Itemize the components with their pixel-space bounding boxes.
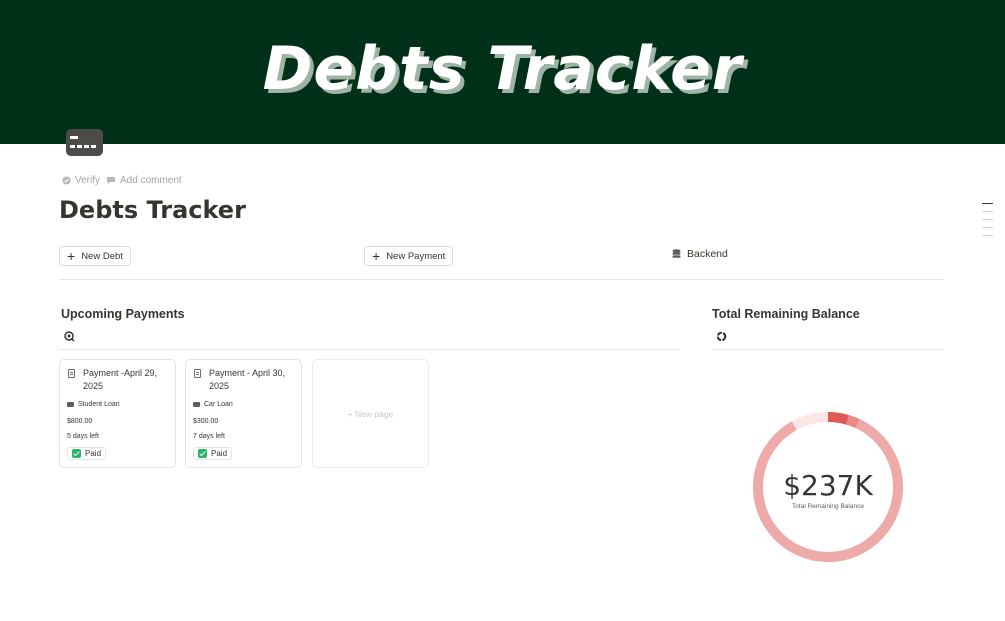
payment-card[interactable]: Payment - April 30, 2025 Car Loan $300.0… [185, 359, 302, 468]
toc-item[interactable] [982, 219, 993, 220]
toc-item[interactable] [982, 203, 993, 204]
balance-donut-chart: $237K Total Remaining Balance [748, 409, 908, 566]
new-payment-label: New Payment [386, 250, 446, 262]
balance-divider [712, 349, 944, 350]
verify-label: Verify [75, 175, 101, 186]
paid-status[interactable]: Paid [193, 447, 233, 460]
credit-card-icon [193, 402, 200, 407]
plus-icon: + [67, 248, 76, 264]
document-icon [194, 369, 201, 378]
new-page-card[interactable]: + New page [312, 359, 429, 468]
verify-button[interactable]: Verify [62, 175, 100, 186]
donut-slice[interactable] [791, 412, 829, 431]
new-debt-label: New Debt [81, 250, 123, 262]
checkbox-icon [72, 449, 81, 458]
card-debt-label: Student Loan [78, 401, 120, 408]
credit-card-icon [67, 402, 74, 407]
document-icon [68, 369, 75, 378]
backend-link[interactable]: Backend [672, 248, 728, 260]
database-icon [672, 248, 681, 258]
card-title: Payment -April 29, 2025 [83, 368, 158, 391]
paid-label: Paid [85, 449, 102, 458]
credit-card-icon[interactable] [66, 129, 103, 156]
card-title: Payment - April 30, 2025 [209, 368, 286, 391]
card-debt-label: Car Loan [204, 401, 233, 408]
toc-item[interactable] [982, 211, 993, 212]
new-payment-button[interactable]: + New Payment [364, 246, 454, 266]
paid-label: Paid [211, 449, 228, 458]
toc-item[interactable] [982, 227, 993, 228]
plus-icon: + [372, 248, 381, 264]
card-days-left: 7 days left [193, 433, 225, 440]
card-amount: $300.00 [193, 418, 219, 425]
upcoming-divider [59, 349, 680, 350]
backend-label: Backend [687, 248, 728, 260]
card-days-left: 5 days left [67, 433, 99, 440]
gallery-view-icon[interactable] [64, 331, 75, 342]
donut-center-value: $237K [783, 469, 873, 502]
donut-center-label: Total Remaining Balance [792, 503, 864, 510]
checkbox-icon [198, 449, 207, 458]
new-debt-button[interactable]: + New Debt [59, 246, 131, 266]
card-debt[interactable]: Car Loan [193, 401, 233, 408]
add-comment-label: Add comment [120, 175, 182, 186]
donut-chart-icon[interactable] [716, 331, 727, 342]
card-debt[interactable]: Student Loan [67, 401, 120, 408]
cover-title: Debts Tracker [262, 34, 743, 104]
verified-icon [62, 176, 71, 185]
comment-icon [107, 177, 115, 184]
cover-banner: Debts Tracker [0, 0, 1005, 144]
card-amount: $800.00 [67, 418, 93, 425]
donut-slice[interactable] [846, 414, 860, 429]
header-divider [59, 279, 944, 280]
toc-item[interactable] [982, 235, 993, 236]
add-comment-button[interactable]: Add comment [106, 175, 182, 186]
paid-status[interactable]: Paid [67, 447, 107, 460]
page-title: Debts Tracker [59, 196, 246, 224]
upcoming-payments-heading: Upcoming Payments [61, 307, 185, 321]
payment-card[interactable]: Payment -April 29, 2025 Student Loan $80… [59, 359, 176, 468]
total-balance-heading: Total Remaining Balance [712, 307, 860, 321]
new-page-label: + New page [347, 409, 394, 419]
donut-slice[interactable] [827, 412, 849, 425]
